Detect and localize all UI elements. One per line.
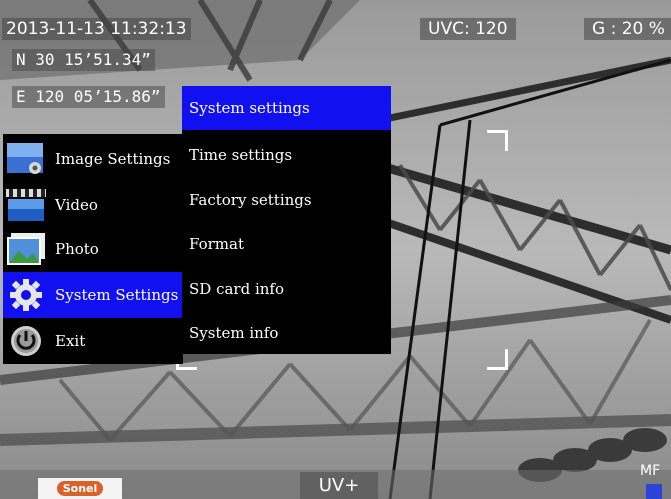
longitude-display: E 120 05’15.86”	[12, 86, 165, 108]
submenu-item-system-info[interactable]: System info	[182, 311, 391, 355]
photo-icon	[7, 233, 45, 265]
camera-screen: 2013-11-13 11:32:13 N 30 15’51.34” E 120…	[0, 0, 671, 499]
menu-item-system-settings[interactable]: System Settings	[3, 272, 183, 318]
main-menu: Image Settings Video Photo System Settin…	[3, 134, 183, 364]
latitude-display: N 30 15’51.34”	[12, 49, 155, 71]
image-settings-icon	[7, 143, 43, 174]
brand-logo-text: Sonel	[56, 481, 104, 496]
menu-item-label: Photo	[55, 240, 99, 258]
submenu-item-time-settings[interactable]: Time settings	[182, 133, 391, 177]
menu-item-photo[interactable]: Photo	[3, 226, 183, 272]
mode-indicator: UV+	[300, 472, 378, 499]
menu-item-label: Video	[55, 196, 98, 214]
menu-item-image-settings[interactable]: Image Settings	[3, 136, 183, 182]
menu-item-label: Image Settings	[55, 150, 171, 168]
submenu-item-factory-settings[interactable]: Factory settings	[182, 178, 391, 222]
submenu-item-sd-card-info[interactable]: SD card info	[182, 267, 391, 311]
uvc-counter: UVC: 120	[420, 18, 516, 40]
submenu-item-system-settings[interactable]: System settings	[182, 86, 391, 130]
gear-icon	[10, 279, 42, 311]
focus-bracket-bottom-right	[487, 349, 508, 370]
datetime-display: 2013-11-13 11:32:13	[2, 18, 191, 40]
menu-item-video[interactable]: Video	[3, 182, 183, 228]
menu-item-label: Exit	[55, 332, 86, 350]
gain-display: G : 20 %	[584, 18, 671, 40]
system-settings-submenu: System settings Time settings Factory se…	[182, 86, 391, 354]
power-icon	[11, 326, 41, 356]
video-clapper-icon	[6, 189, 46, 221]
menu-item-exit[interactable]: Exit	[3, 318, 183, 364]
focus-mode-indicator	[646, 484, 662, 499]
focus-mode-label: MF	[640, 463, 661, 479]
brand-logo: Sonel	[38, 478, 122, 499]
menu-item-label: System Settings	[55, 286, 179, 304]
submenu-item-format[interactable]: Format	[182, 222, 391, 266]
focus-bracket-top-right	[487, 130, 508, 151]
